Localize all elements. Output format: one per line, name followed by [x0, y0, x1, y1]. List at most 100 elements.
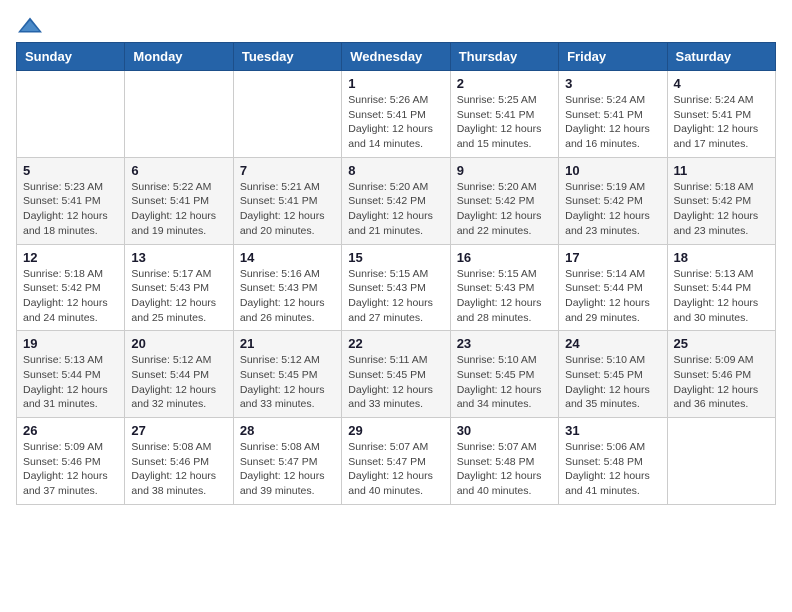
calendar-cell: 9 Sunrise: 5:20 AM Sunset: 5:42 PM Daylig…: [450, 157, 558, 244]
day-info: Sunrise: 5:23 AM Sunset: 5:41 PM Dayligh…: [23, 180, 118, 239]
calendar-header: SundayMondayTuesdayWednesdayThursdayFrid…: [17, 43, 776, 71]
calendar-cell: 27 Sunrise: 5:08 AM Sunset: 5:46 PM Dayli…: [125, 418, 233, 505]
day-number: 12: [23, 250, 118, 265]
day-info: Sunrise: 5:12 AM Sunset: 5:44 PM Dayligh…: [131, 353, 226, 412]
day-info: Sunrise: 5:18 AM Sunset: 5:42 PM Dayligh…: [23, 267, 118, 326]
calendar-cell: [17, 71, 125, 158]
calendar-cell: 26Sunrise: 5:09 AM Sunset: 5:46 PM Dayli…: [17, 418, 125, 505]
calendar-cell: 16 Sunrise: 5:15 AM Sunset: 5:43 PM Dayli…: [450, 244, 558, 331]
day-info: Sunrise: 5:15 AM Sunset: 5:43 PM Dayligh…: [457, 267, 552, 326]
logo-icon: [16, 16, 44, 34]
day-info: Sunrise: 5:13 AM Sunset: 5:44 PM Dayligh…: [674, 267, 769, 326]
day-number: 3: [565, 76, 660, 91]
day-number: 19: [23, 336, 118, 351]
calendar-cell: 3 Sunrise: 5:24 AM Sunset: 5:41 PM Daylig…: [559, 71, 667, 158]
calendar-cell: 18 Sunrise: 5:13 AM Sunset: 5:44 PM Dayli…: [667, 244, 775, 331]
day-number: 22: [348, 336, 443, 351]
calendar-cell: 15 Sunrise: 5:15 AM Sunset: 5:43 PM Dayli…: [342, 244, 450, 331]
day-info: Sunrise: 5:26 AM Sunset: 5:41 PM Dayligh…: [348, 93, 443, 152]
logo: [16, 16, 48, 34]
day-info: Sunrise: 5:15 AM Sunset: 5:43 PM Dayligh…: [348, 267, 443, 326]
calendar-cell: 12 Sunrise: 5:18 AM Sunset: 5:42 PM Dayli…: [17, 244, 125, 331]
day-number: 6: [131, 163, 226, 178]
weekday-header: Monday: [125, 43, 233, 71]
weekday-header: Thursday: [450, 43, 558, 71]
weekday-header: Wednesday: [342, 43, 450, 71]
day-info: Sunrise: 5:06 AM Sunset: 5:48 PM Dayligh…: [565, 440, 660, 499]
day-number: 16: [457, 250, 552, 265]
day-number: 21: [240, 336, 335, 351]
day-number: 28: [240, 423, 335, 438]
day-number: 20: [131, 336, 226, 351]
day-number: 1: [348, 76, 443, 91]
day-info: Sunrise: 5:14 AM Sunset: 5:44 PM Dayligh…: [565, 267, 660, 326]
calendar-cell: 1 Sunrise: 5:26 AM Sunset: 5:41 PM Daylig…: [342, 71, 450, 158]
day-info: Sunrise: 5:24 AM Sunset: 5:41 PM Dayligh…: [565, 93, 660, 152]
page-header: [16, 16, 776, 34]
day-info: Sunrise: 5:21 AM Sunset: 5:41 PM Dayligh…: [240, 180, 335, 239]
day-number: 10: [565, 163, 660, 178]
day-info: Sunrise: 5:25 AM Sunset: 5:41 PM Dayligh…: [457, 93, 552, 152]
day-info: Sunrise: 5:19 AM Sunset: 5:42 PM Dayligh…: [565, 180, 660, 239]
weekday-header: Friday: [559, 43, 667, 71]
calendar-cell: [233, 71, 341, 158]
day-info: Sunrise: 5:08 AM Sunset: 5:47 PM Dayligh…: [240, 440, 335, 499]
calendar-cell: 2 Sunrise: 5:25 AM Sunset: 5:41 PM Daylig…: [450, 71, 558, 158]
calendar-cell: 31 Sunrise: 5:06 AM Sunset: 5:48 PM Dayli…: [559, 418, 667, 505]
day-info: Sunrise: 5:20 AM Sunset: 5:42 PM Dayligh…: [348, 180, 443, 239]
calendar-cell: 23 Sunrise: 5:10 AM Sunset: 5:45 PM Dayli…: [450, 331, 558, 418]
day-number: 29: [348, 423, 443, 438]
calendar-cell: 10 Sunrise: 5:19 AM Sunset: 5:42 PM Dayli…: [559, 157, 667, 244]
day-number: 18: [674, 250, 769, 265]
weekday-header: Saturday: [667, 43, 775, 71]
day-number: 2: [457, 76, 552, 91]
day-number: 26: [23, 423, 118, 438]
day-number: 25: [674, 336, 769, 351]
day-info: Sunrise: 5:11 AM Sunset: 5:45 PM Dayligh…: [348, 353, 443, 412]
day-number: 9: [457, 163, 552, 178]
calendar-cell: 21Sunrise: 5:12 AM Sunset: 5:45 PM Dayli…: [233, 331, 341, 418]
calendar-cell: 8Sunrise: 5:20 AM Sunset: 5:42 PM Daylig…: [342, 157, 450, 244]
calendar-cell: 29 Sunrise: 5:07 AM Sunset: 5:47 PM Dayli…: [342, 418, 450, 505]
day-number: 23: [457, 336, 552, 351]
day-number: 27: [131, 423, 226, 438]
day-info: Sunrise: 5:24 AM Sunset: 5:41 PM Dayligh…: [674, 93, 769, 152]
calendar-cell: 28 Sunrise: 5:08 AM Sunset: 5:47 PM Dayli…: [233, 418, 341, 505]
calendar-cell: 17 Sunrise: 5:14 AM Sunset: 5:44 PM Dayli…: [559, 244, 667, 331]
day-info: Sunrise: 5:08 AM Sunset: 5:46 PM Dayligh…: [131, 440, 226, 499]
day-number: 24: [565, 336, 660, 351]
calendar-table: SundayMondayTuesdayWednesdayThursdayFrid…: [16, 42, 776, 505]
day-number: 15: [348, 250, 443, 265]
calendar-cell: 20 Sunrise: 5:12 AM Sunset: 5:44 PM Dayli…: [125, 331, 233, 418]
day-number: 13: [131, 250, 226, 265]
day-number: 11: [674, 163, 769, 178]
weekday-header: Sunday: [17, 43, 125, 71]
day-info: Sunrise: 5:10 AM Sunset: 5:45 PM Dayligh…: [457, 353, 552, 412]
day-info: Sunrise: 5:22 AM Sunset: 5:41 PM Dayligh…: [131, 180, 226, 239]
calendar-cell: [667, 418, 775, 505]
day-info: Sunrise: 5:07 AM Sunset: 5:48 PM Dayligh…: [457, 440, 552, 499]
day-number: 5: [23, 163, 118, 178]
calendar-cell: 5 Sunrise: 5:23 AM Sunset: 5:41 PM Daylig…: [17, 157, 125, 244]
day-number: 17: [565, 250, 660, 265]
day-number: 4: [674, 76, 769, 91]
calendar-cell: 24 Sunrise: 5:10 AM Sunset: 5:45 PM Dayli…: [559, 331, 667, 418]
day-number: 14: [240, 250, 335, 265]
day-info: Sunrise: 5:07 AM Sunset: 5:47 PM Dayligh…: [348, 440, 443, 499]
day-number: 30: [457, 423, 552, 438]
calendar-cell: 13 Sunrise: 5:17 AM Sunset: 5:43 PM Dayli…: [125, 244, 233, 331]
calendar-cell: 22 Sunrise: 5:11 AM Sunset: 5:45 PM Dayli…: [342, 331, 450, 418]
day-info: Sunrise: 5:17 AM Sunset: 5:43 PM Dayligh…: [131, 267, 226, 326]
calendar-cell: 25 Sunrise: 5:09 AM Sunset: 5:46 PM Dayli…: [667, 331, 775, 418]
calendar-cell: 30 Sunrise: 5:07 AM Sunset: 5:48 PM Dayli…: [450, 418, 558, 505]
day-info: Sunrise: 5:09 AM Sunset: 5:46 PM Dayligh…: [674, 353, 769, 412]
day-info: Sunrise: 5:16 AM Sunset: 5:43 PM Dayligh…: [240, 267, 335, 326]
calendar-cell: 19Sunrise: 5:13 AM Sunset: 5:44 PM Dayli…: [17, 331, 125, 418]
day-number: 31: [565, 423, 660, 438]
calendar-cell: [125, 71, 233, 158]
day-info: Sunrise: 5:10 AM Sunset: 5:45 PM Dayligh…: [565, 353, 660, 412]
calendar-cell: 7Sunrise: 5:21 AM Sunset: 5:41 PM Daylig…: [233, 157, 341, 244]
day-info: Sunrise: 5:20 AM Sunset: 5:42 PM Dayligh…: [457, 180, 552, 239]
calendar-cell: 11Sunrise: 5:18 AM Sunset: 5:42 PM Dayli…: [667, 157, 775, 244]
calendar-cell: 14 Sunrise: 5:16 AM Sunset: 5:43 PM Dayli…: [233, 244, 341, 331]
